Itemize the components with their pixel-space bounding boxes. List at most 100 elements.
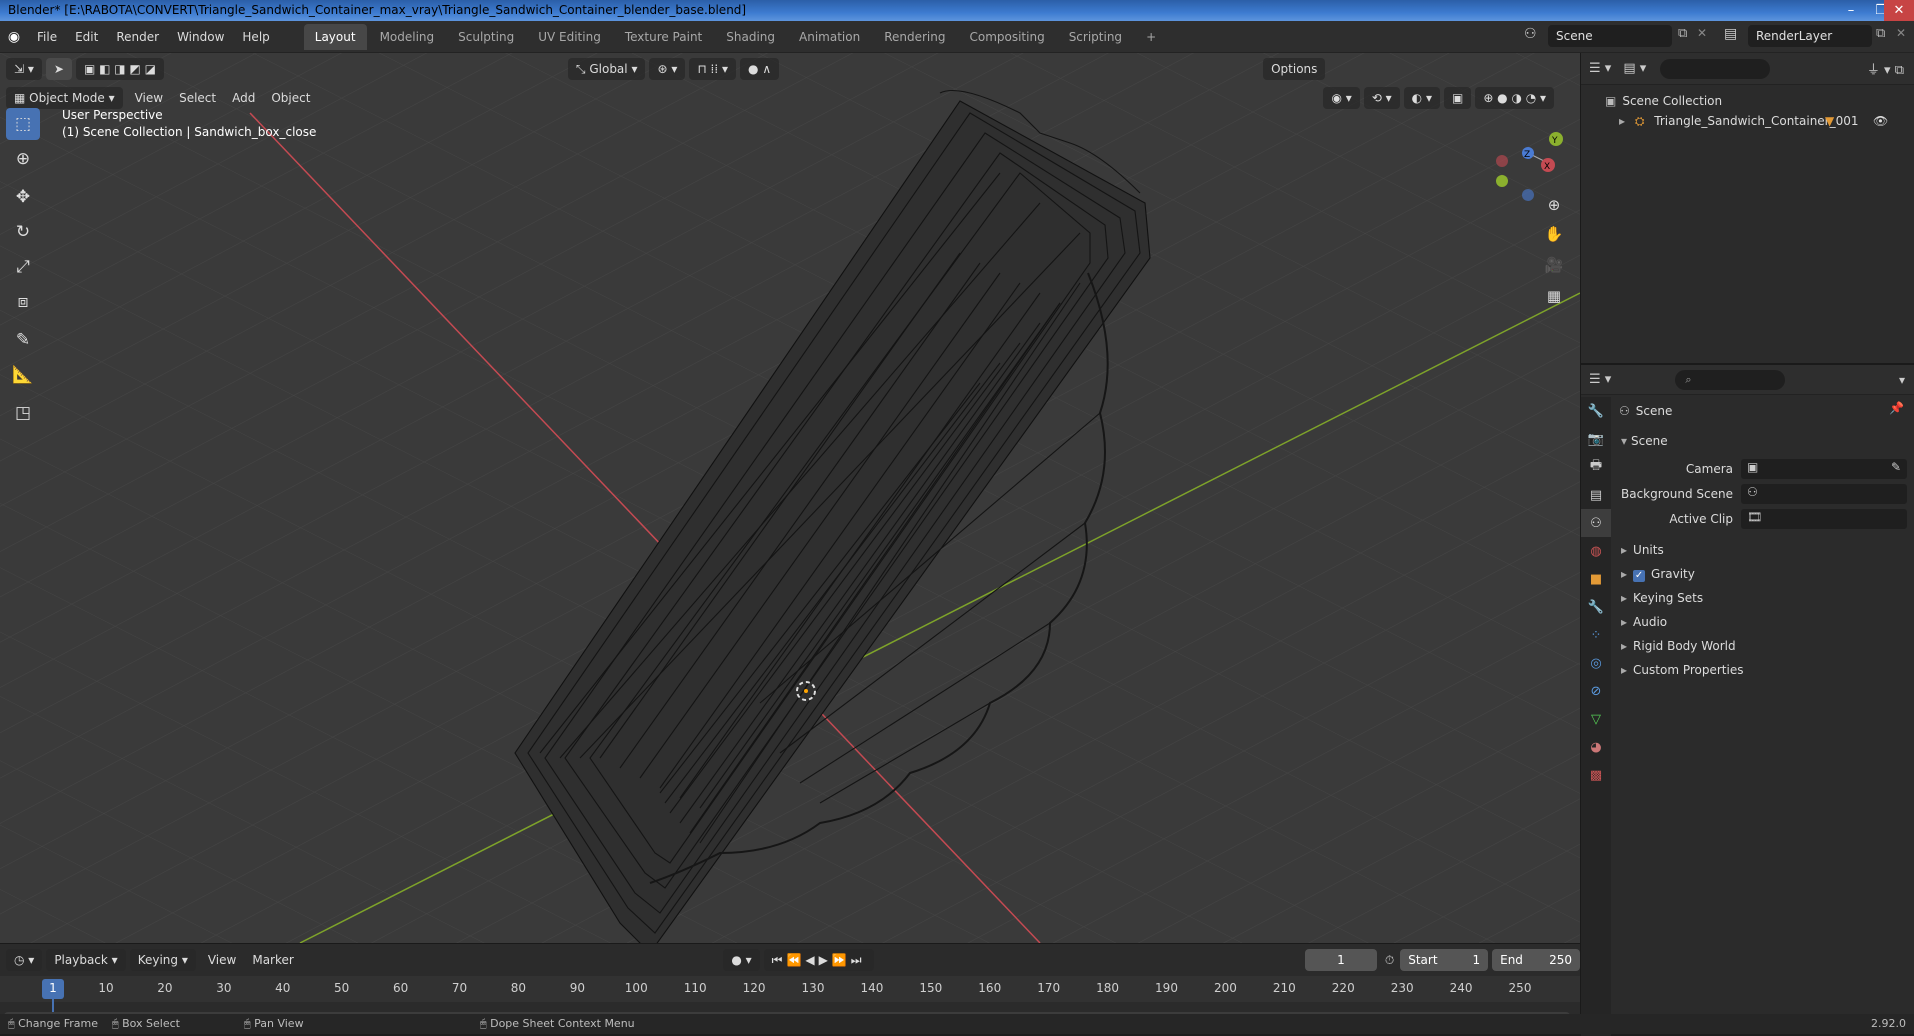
tab-animation[interactable]: Animation — [788, 24, 871, 50]
tab-scripting[interactable]: Scripting — [1058, 24, 1133, 50]
scene-panel-header[interactable]: ▾ Scene — [1621, 431, 1668, 451]
playback-menu[interactable]: Playback ▾ — [46, 949, 126, 971]
tab-modeling[interactable]: Modeling — [369, 24, 446, 50]
close-button[interactable]: ✕ — [1884, 0, 1914, 21]
delete-layer-icon[interactable]: ✕ — [1896, 26, 1906, 40]
menu-view[interactable]: View — [127, 91, 171, 105]
overlay-toggle-icon[interactable]: ◐ ▾ — [1403, 87, 1440, 109]
scene-tab-icon[interactable]: ⚇ — [1581, 509, 1611, 537]
viewport-canvas[interactable]: Z Y X — [0, 53, 1580, 943]
scene-selector[interactable]: Scene — [1548, 25, 1672, 47]
keying-menu[interactable]: Keying ▾ — [129, 949, 196, 971]
timeline-view-menu[interactable]: View — [200, 953, 244, 967]
render-layer-selector[interactable]: RenderLayer — [1748, 25, 1872, 47]
display-mode-icon[interactable]: ▤ ▾ — [1623, 61, 1646, 76]
rigid-body-world-panel[interactable]: ▸ Rigid Body World — [1621, 636, 1736, 656]
annotate-tool-icon[interactable]: ✎ — [6, 324, 40, 356]
expand-arrow-icon[interactable]: ▸ — [1619, 114, 1625, 128]
xray-toggle-icon[interactable]: ▣ — [1443, 87, 1472, 109]
gizmo-toggle-icon[interactable]: ⟲ ▾ — [1363, 87, 1400, 109]
modifier-icon[interactable]: ▼ — [1825, 111, 1834, 131]
units-panel[interactable]: ▸ Units — [1621, 540, 1664, 560]
3d-viewport[interactable]: Z Y X — [0, 53, 1580, 943]
menu-window[interactable]: Window — [168, 21, 233, 53]
auto-keying-icon[interactable]: ● ▾ — [723, 949, 760, 971]
ortho-grid-icon[interactable]: ▦ — [1540, 282, 1568, 310]
end-frame-field[interactable]: End 250 — [1492, 949, 1580, 971]
world-tab-icon[interactable]: ◍ — [1581, 537, 1611, 565]
options-dropdown[interactable]: Options — [1263, 58, 1326, 80]
menu-file[interactable]: File — [28, 21, 66, 53]
material-tab-icon[interactable]: ◕ — [1581, 733, 1611, 761]
menu-add[interactable]: Add — [224, 91, 263, 105]
scale-tool-icon[interactable]: ⤢ — [6, 251, 40, 283]
tree-scene-collection[interactable]: ▣ Scene Collection — [1605, 91, 1914, 111]
camera-view-icon[interactable]: 🎥 — [1540, 251, 1568, 279]
menu-select[interactable]: Select — [171, 91, 224, 105]
background-scene-field[interactable]: ⚇ — [1741, 484, 1907, 504]
select-box-tool-icon[interactable]: ⬚ — [6, 108, 40, 140]
selection-mode-icons[interactable]: ▣ ◧ ◨ ◩ ◪ — [75, 58, 164, 80]
tab-rendering[interactable]: Rendering — [873, 24, 956, 50]
menu-render[interactable]: Render — [107, 21, 168, 53]
eye-visibility-icon[interactable]: 👁 — [1873, 111, 1888, 131]
marker-menu[interactable]: Marker — [244, 953, 301, 967]
snap-icon[interactable]: ⊓ ⁞⁞ ▾ — [689, 58, 737, 80]
modifier-tab-icon[interactable]: 🔧 — [1581, 593, 1611, 621]
mode-dropdown[interactable]: ▦ Object Mode ▾ — [6, 87, 123, 109]
constraints-tab-icon[interactable]: ⊘ — [1581, 677, 1611, 705]
outliner-search-input[interactable] — [1660, 58, 1771, 79]
pan-hand-icon[interactable]: ✋ — [1540, 220, 1568, 248]
properties-editor-icon[interactable]: ☰ ▾ — [1589, 372, 1611, 387]
new-scene-icon[interactable]: ⧉ — [1678, 26, 1687, 41]
gravity-panel[interactable]: ▸ ✓ Gravity — [1621, 564, 1695, 584]
proportional-editing-icon[interactable]: ● ∧ — [740, 58, 780, 80]
audio-panel[interactable]: ▸ Audio — [1621, 612, 1667, 632]
tab-shading[interactable]: Shading — [715, 24, 786, 50]
select-tool-icon[interactable]: ➤ — [45, 58, 72, 80]
move-tool-icon[interactable]: ✥ — [6, 181, 40, 213]
tab-uv-editing[interactable]: UV Editing — [527, 24, 612, 50]
active-clip-field[interactable]: 🎞 — [1741, 509, 1907, 529]
add-cube-tool-icon[interactable]: ◳ — [6, 397, 40, 429]
output-tab-icon[interactable]: 🖶 — [1581, 453, 1611, 481]
rotate-tool-icon[interactable]: ↻ — [6, 216, 40, 248]
physics-tab-icon[interactable]: ◎ — [1581, 649, 1611, 677]
tab-compositing[interactable]: Compositing — [958, 24, 1055, 50]
transform-orientation[interactable]: ⤡ Global ▾ — [567, 58, 646, 80]
menu-object[interactable]: Object — [263, 91, 318, 105]
playback-controls-icon[interactable]: ⏮⏪◀▶⏩⏭ — [763, 949, 874, 971]
properties-search-input[interactable]: ⌕ — [1675, 369, 1786, 390]
editor-type-icon[interactable]: ⇲ ▾ — [6, 58, 42, 80]
cursor-tool-icon[interactable]: ⊕ — [6, 143, 40, 175]
tool-tab-icon[interactable]: 🔧 — [1581, 397, 1611, 425]
shading-modes-icon[interactable]: ⊕ ● ◑ ◔ ▾ — [1475, 87, 1555, 109]
blender-logo-icon[interactable]: ◉ — [0, 29, 28, 45]
particles-tab-icon[interactable]: ⁘ — [1581, 621, 1611, 649]
filter-icon[interactable]: ⏚ ▾ ⧉ — [1867, 59, 1904, 78]
current-frame-field[interactable]: 1 — [1304, 949, 1377, 971]
start-frame-field[interactable]: Start 1 — [1400, 949, 1489, 971]
gravity-checkbox[interactable]: ✓ — [1633, 570, 1646, 582]
stopwatch-icon[interactable]: ⏱ — [1385, 953, 1394, 968]
new-layer-icon[interactable]: ⧉ — [1876, 26, 1885, 41]
zoom-icon[interactable]: ⊕ — [1540, 191, 1568, 219]
texture-tab-icon[interactable]: ▩ — [1581, 761, 1611, 789]
visibility-icon[interactable]: ◉ ▾ — [1323, 87, 1360, 109]
add-workspace-button[interactable]: + — [1135, 24, 1167, 50]
render-tab-icon[interactable]: 📷 — [1581, 425, 1611, 453]
transform-tool-icon[interactable]: ⧈ — [6, 286, 40, 318]
camera-field[interactable]: ▣ ✎ — [1741, 459, 1907, 479]
pin-icon[interactable]: 📌 — [1889, 401, 1904, 415]
tab-texture-paint[interactable]: Texture Paint — [614, 24, 713, 50]
minimize-button[interactable]: – — [1836, 0, 1866, 21]
data-tab-icon[interactable]: ▽ — [1581, 705, 1611, 733]
frame-ruler[interactable]: 1 10 20 30 40 50 60 70 80 90 100 110 120 130 140 150 160… — [0, 976, 1580, 1034]
menu-edit[interactable]: Edit — [66, 21, 107, 53]
object-tab-icon[interactable]: ■ — [1581, 565, 1611, 593]
delete-scene-icon[interactable]: ✕ — [1697, 26, 1707, 40]
eyedropper-icon[interactable]: ✎ — [1891, 460, 1901, 474]
menu-help[interactable]: Help — [233, 21, 278, 53]
timeline-editor-icon[interactable]: ◷ ▾ — [6, 949, 43, 971]
tree-item-container[interactable]: ▸ ⛭ Triangle_Sandwich_Container_001 ▼ 👁 — [1605, 111, 1914, 131]
